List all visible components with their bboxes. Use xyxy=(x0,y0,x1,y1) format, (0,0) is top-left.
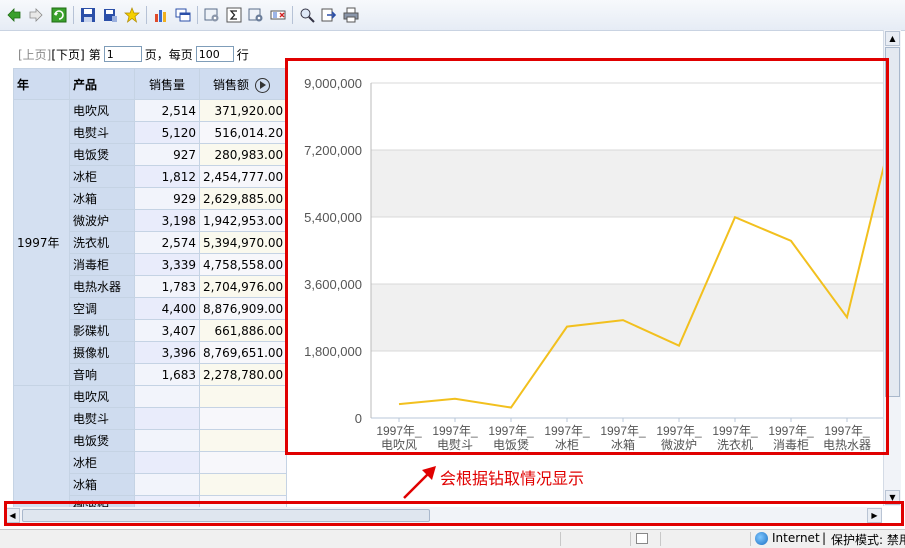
page-number-input[interactable] xyxy=(104,46,142,62)
product-cell[interactable]: 冰柜 xyxy=(70,166,135,188)
qty-cell: 3,339 xyxy=(135,254,200,276)
favorite-icon[interactable] xyxy=(123,6,141,24)
product-cell[interactable]: 冰箱 xyxy=(70,188,135,210)
product-cell[interactable]: 电饭煲 xyxy=(70,144,135,166)
product-cell[interactable]: 电吹风 xyxy=(70,386,135,408)
page-prefix-label: 第 xyxy=(89,46,101,63)
amount-cell xyxy=(200,386,287,408)
product-cell[interactable]: 消毒柜 xyxy=(70,254,135,276)
qty-cell: 3,407 xyxy=(135,320,200,342)
qty-cell xyxy=(135,408,200,430)
amount-cell: 516,014.20 xyxy=(200,122,287,144)
status-page-icon xyxy=(636,533,648,544)
product-cell[interactable]: 电饭煲 xyxy=(70,430,135,452)
toolbar xyxy=(0,0,905,31)
next-page-link[interactable]: [下页] xyxy=(51,46,84,63)
print-icon[interactable] xyxy=(342,6,360,24)
column-header-amount[interactable]: 销售额 xyxy=(200,69,287,100)
table-row: 1997年电吹风2,514371,920.00 xyxy=(14,100,287,122)
scrollbar-highlight-box xyxy=(4,501,904,526)
amount-cell: 8,769,651.00 xyxy=(200,342,287,364)
product-cell[interactable]: 冰箱 xyxy=(70,474,135,496)
amount-cell xyxy=(200,430,287,452)
amount-header-label: 销售额 xyxy=(213,78,249,92)
qty-cell xyxy=(135,452,200,474)
chart-highlight-box xyxy=(285,58,889,455)
qty-cell: 3,396 xyxy=(135,342,200,364)
zone-label: Internet xyxy=(772,531,820,545)
amount-cell xyxy=(200,408,287,430)
product-cell[interactable]: 摄像机 xyxy=(70,342,135,364)
prev-page-link[interactable]: [上页] xyxy=(18,46,51,63)
protect-mode-label: 保护模式: 禁用 xyxy=(831,531,905,548)
amount-cell: 2,629,885.00 xyxy=(200,188,287,210)
amount-cell: 661,886.00 xyxy=(200,320,287,342)
qty-cell: 1,683 xyxy=(135,364,200,386)
amount-cell: 1,942,953.00 xyxy=(200,210,287,232)
column-header-qty[interactable]: 销售量 xyxy=(135,69,200,100)
save-as-icon[interactable] xyxy=(101,6,119,24)
product-cell[interactable]: 电熨斗 xyxy=(70,408,135,430)
amount-cell: 371,920.00 xyxy=(200,100,287,122)
amount-cell xyxy=(200,474,287,496)
qty-cell xyxy=(135,386,200,408)
product-cell[interactable]: 空调 xyxy=(70,298,135,320)
settings-icon[interactable] xyxy=(203,6,221,24)
qty-cell: 2,574 xyxy=(135,232,200,254)
export-icon[interactable] xyxy=(320,6,338,24)
qty-cell xyxy=(135,430,200,452)
qty-cell: 929 xyxy=(135,188,200,210)
amount-cell: 2,704,976.00 xyxy=(200,276,287,298)
table-row: 电吹风 xyxy=(14,386,287,408)
amount-cell xyxy=(200,452,287,474)
zoom-icon[interactable] xyxy=(298,6,316,24)
column-header-product: 产品 xyxy=(70,69,135,100)
data-table: 年产品销售量销售额1997年电吹风2,514371,920.00电熨斗5,120… xyxy=(13,68,287,518)
rows-suffix-label: 行 xyxy=(237,46,249,63)
qty-cell: 5,120 xyxy=(135,122,200,144)
product-cell[interactable]: 洗衣机 xyxy=(70,232,135,254)
year-group-cell: 1997年 xyxy=(14,100,70,386)
qty-cell: 3,198 xyxy=(135,210,200,232)
column-header-year: 年 xyxy=(14,69,70,100)
qty-cell: 1,783 xyxy=(135,276,200,298)
options-icon[interactable] xyxy=(247,6,265,24)
qty-cell: 927 xyxy=(135,144,200,166)
amount-cell: 4,758,558.00 xyxy=(200,254,287,276)
product-cell[interactable]: 电熨斗 xyxy=(70,122,135,144)
amount-cell: 2,278,780.00 xyxy=(200,364,287,386)
back-icon[interactable] xyxy=(5,6,23,24)
annotation-arrow-icon xyxy=(398,462,442,502)
window-icon[interactable] xyxy=(174,6,192,24)
page-suffix-label: 页，每页 xyxy=(145,46,193,63)
amount-cell: 280,983.00 xyxy=(200,144,287,166)
product-cell[interactable]: 微波炉 xyxy=(70,210,135,232)
product-cell[interactable]: 音响 xyxy=(70,364,135,386)
qty-cell: 2,514 xyxy=(135,100,200,122)
sum-icon[interactable] xyxy=(225,6,243,24)
amount-cell: 8,876,909.00 xyxy=(200,298,287,320)
product-cell[interactable]: 电热水器 xyxy=(70,276,135,298)
amount-cell: 5,394,970.00 xyxy=(200,232,287,254)
save-icon[interactable] xyxy=(79,6,97,24)
qty-cell: 4,400 xyxy=(135,298,200,320)
refresh-icon[interactable] xyxy=(50,6,68,24)
qty-cell xyxy=(135,474,200,496)
product-cell[interactable]: 影碟机 xyxy=(70,320,135,342)
qty-cell: 1,812 xyxy=(135,166,200,188)
play-icon[interactable] xyxy=(255,78,270,93)
globe-icon xyxy=(755,532,768,545)
status-bar: Internet | 保护模式: 禁用 xyxy=(0,529,905,548)
filter-icon[interactable] xyxy=(269,6,287,24)
rows-per-page-input[interactable] xyxy=(196,46,234,62)
chart-icon[interactable] xyxy=(152,6,170,24)
amount-cell: 2,454,777.00 xyxy=(200,166,287,188)
year-group-cell-empty xyxy=(14,386,70,518)
annotation-text: 会根据钻取情况显示 xyxy=(440,465,584,489)
product-cell[interactable]: 冰柜 xyxy=(70,452,135,474)
pager: [上页] [下页] 第 页，每页 行 xyxy=(18,45,249,63)
product-cell[interactable]: 电吹风 xyxy=(70,100,135,122)
scroll-up-icon[interactable]: ▲ xyxy=(885,31,900,46)
forward-icon[interactable] xyxy=(27,6,45,24)
